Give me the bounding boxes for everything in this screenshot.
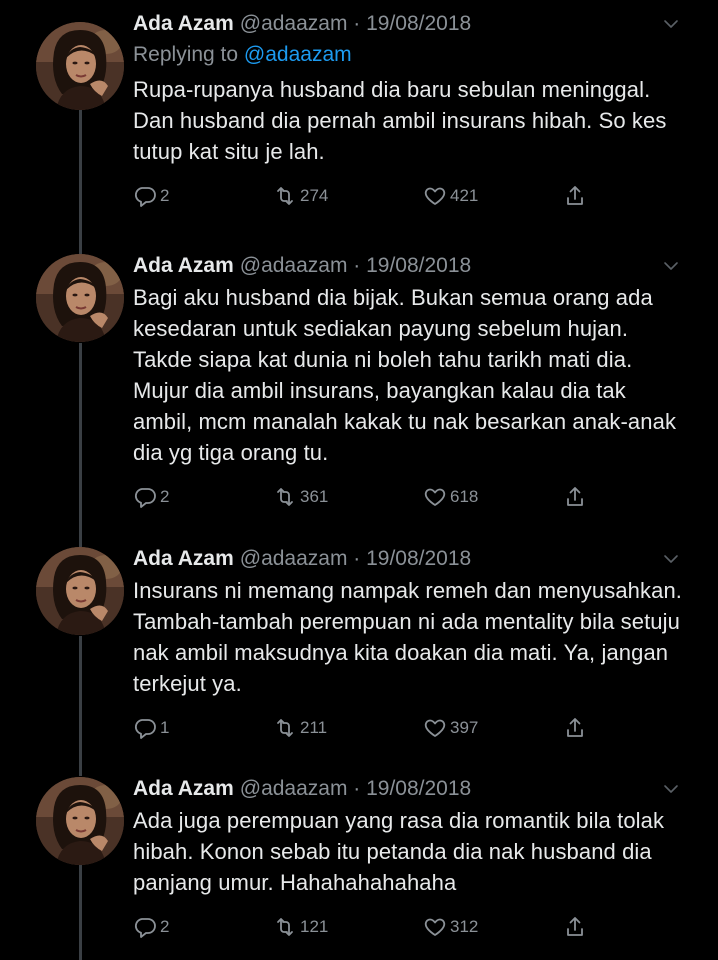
author-handle-date[interactable]: @adaazam · 19/08/2018	[240, 254, 471, 277]
like-button[interactable]: 312	[423, 912, 478, 942]
reply-button[interactable]: 1	[133, 713, 169, 743]
replying-to: Replying to @adaazam	[133, 40, 688, 70]
retweet-button[interactable]: 274	[273, 181, 328, 211]
tweet-text: Bagi aku husband dia bijak. Bukan semua …	[133, 285, 677, 465]
retweet-count: 361	[300, 487, 329, 506]
share-icon	[563, 716, 587, 740]
reply-icon	[133, 485, 157, 509]
replying-to-label: Replying to	[133, 43, 239, 66]
tweet-header: Ada Azam @adaazam · 19/08/2018	[133, 543, 688, 575]
like-button[interactable]: 618	[423, 482, 478, 512]
avatar[interactable]	[36, 547, 124, 635]
retweet-button[interactable]: 211	[273, 713, 327, 743]
retweet-count: 274	[300, 186, 329, 205]
retweet-icon	[273, 184, 297, 208]
tweet-actions: 2 121 312	[133, 912, 688, 942]
tweet-header: Ada Azam @adaazam · 19/08/2018	[133, 8, 688, 40]
avatar[interactable]	[36, 777, 124, 865]
reply-handle-link[interactable]: @adaazam	[244, 43, 352, 66]
reply-count: 1	[160, 718, 170, 737]
retweet-button[interactable]: 361	[273, 482, 328, 512]
tweet-text: Ada juga perempuan yang rasa dia romanti…	[133, 808, 665, 895]
tweet-header: Ada Azam @adaazam · 19/08/2018	[133, 250, 688, 282]
like-button[interactable]: 421	[423, 181, 478, 211]
like-count: 421	[450, 186, 479, 205]
retweet-icon	[273, 485, 297, 509]
reply-button[interactable]: 2	[133, 482, 169, 512]
tweet-actions: 2 361 618	[133, 482, 688, 512]
thread-line	[79, 636, 82, 776]
retweet-icon	[273, 716, 297, 740]
like-icon	[423, 485, 447, 509]
tweet-actions: 2 274 421	[133, 181, 688, 211]
thread-line	[79, 108, 82, 258]
reply-icon	[133, 184, 157, 208]
retweet-count: 121	[300, 917, 329, 936]
retweet-count: 211	[300, 718, 328, 737]
like-count: 618	[450, 487, 479, 506]
avatar[interactable]	[36, 22, 124, 110]
reply-icon	[133, 915, 157, 939]
like-button[interactable]: 397	[423, 713, 478, 743]
reply-count: 2	[160, 917, 170, 936]
tweet-text: Rupa-rupanya husband dia baru sebulan me…	[133, 77, 667, 164]
caret-down-icon[interactable]	[662, 15, 680, 33]
tweet-header: Ada Azam @adaazam · 19/08/2018	[133, 773, 688, 805]
avatar[interactable]	[36, 254, 124, 342]
tweet-text: Insurans ni memang nampak remeh dan meny…	[133, 578, 682, 696]
reply-count: 2	[160, 186, 170, 205]
retweet-icon	[273, 915, 297, 939]
retweet-button[interactable]: 121	[273, 912, 328, 942]
like-icon	[423, 184, 447, 208]
like-icon	[423, 915, 447, 939]
share-button[interactable]	[563, 181, 587, 211]
like-count: 312	[450, 917, 479, 936]
author-handle-date[interactable]: @adaazam · 19/08/2018	[240, 547, 471, 570]
thread-line	[79, 343, 82, 550]
share-button[interactable]	[563, 713, 587, 743]
tweet-actions: 1 211 397	[133, 713, 688, 743]
caret-down-icon[interactable]	[662, 780, 680, 798]
author-name[interactable]: Ada Azam	[133, 777, 234, 800]
share-button[interactable]	[563, 912, 587, 942]
share-icon	[563, 915, 587, 939]
reply-button[interactable]: 2	[133, 181, 169, 211]
share-icon	[563, 485, 587, 509]
like-count: 397	[450, 718, 479, 737]
author-name[interactable]: Ada Azam	[133, 547, 234, 570]
author-handle-date[interactable]: @adaazam · 19/08/2018	[240, 12, 471, 35]
thread-line	[79, 862, 82, 960]
author-name[interactable]: Ada Azam	[133, 12, 234, 35]
author-name[interactable]: Ada Azam	[133, 254, 234, 277]
like-icon	[423, 716, 447, 740]
author-handle-date[interactable]: @adaazam · 19/08/2018	[240, 777, 471, 800]
reply-icon	[133, 716, 157, 740]
caret-down-icon[interactable]	[662, 550, 680, 568]
reply-button[interactable]: 2	[133, 912, 169, 942]
share-button[interactable]	[563, 482, 587, 512]
reply-count: 2	[160, 487, 170, 506]
share-icon	[563, 184, 587, 208]
caret-down-icon[interactable]	[662, 257, 680, 275]
